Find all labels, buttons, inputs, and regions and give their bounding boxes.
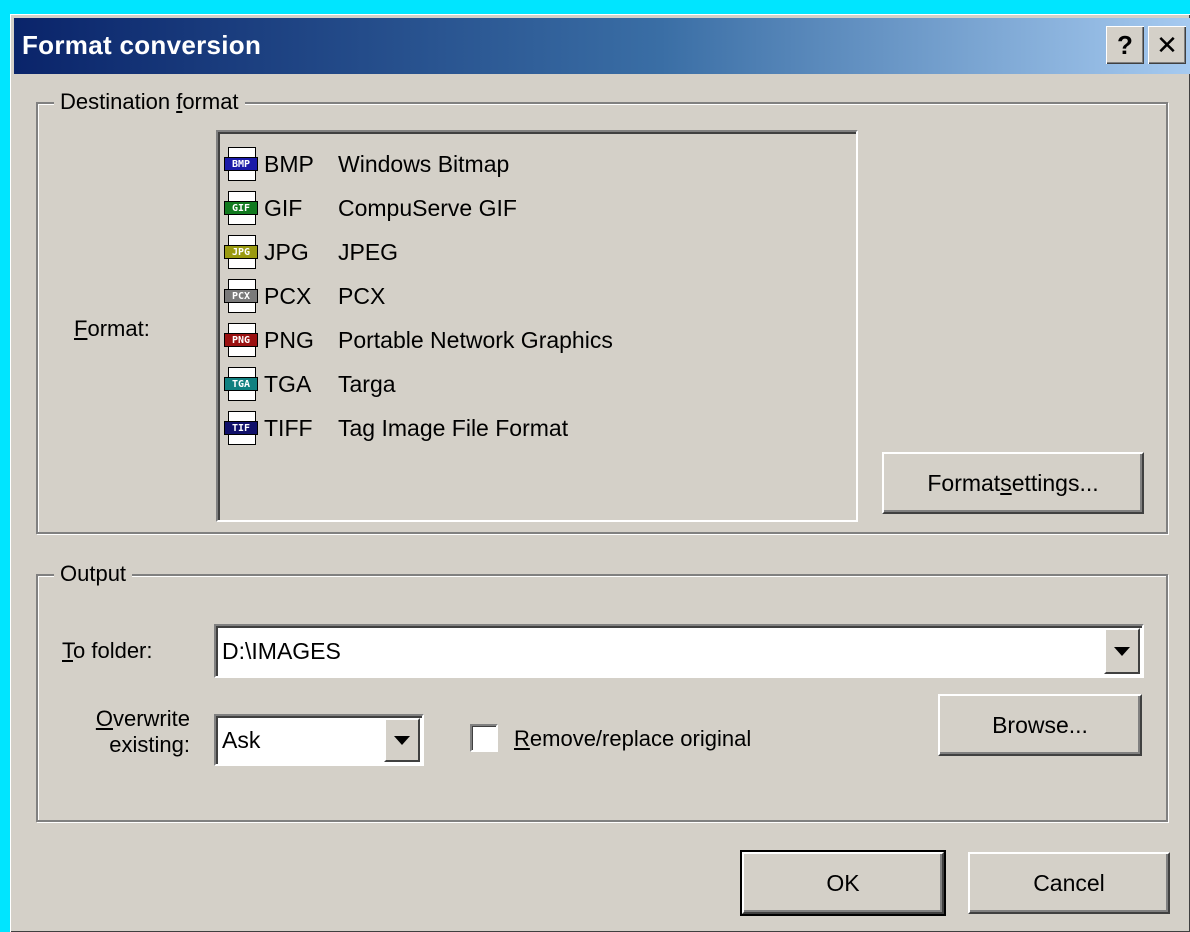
chevron-down-icon [394,735,410,745]
destination-format-legend: Destination format [54,88,245,116]
overwrite-dropdown-button[interactable] [384,718,420,762]
chevron-down-icon [1114,646,1130,656]
format-desc: Windows Bitmap [338,150,510,177]
format-item-tiff[interactable]: TIF TIFF Tag Image File Format [224,406,568,450]
to-folder-combobox[interactable]: D:\IMAGES [214,624,1144,678]
format-listbox[interactable]: BMP BMP Windows Bitmap GIF GIF CompuServ… [216,130,858,522]
title-bar[interactable]: Format conversion ? ✕ [14,18,1190,74]
to-folder-value: D:\IMAGES [222,638,341,664]
format-label: Format: [74,316,150,341]
format-ext: GIF [264,194,303,221]
remove-replace-original-checkbox[interactable] [470,724,498,752]
gif-file-icon: GIF [224,191,260,225]
overwrite-existing-select[interactable]: Ask [214,714,424,766]
browse-button[interactable]: Browse... [938,694,1142,756]
format-desc: PCX [338,282,386,309]
format-ext: PCX [264,282,312,309]
bmp-file-icon: BMP [224,147,260,181]
overwrite-existing-value: Ask [222,727,261,753]
format-conversion-dialog: Format conversion ? ✕ Destination format… [10,14,1190,932]
format-desc: Portable Network Graphics [338,326,613,353]
format-ext: TIFF [264,414,313,441]
format-ext: PNG [264,326,314,353]
output-legend: Output [54,560,133,588]
tiff-file-icon: TIF [224,411,260,445]
to-folder-label: To folder: [62,638,153,663]
format-settings-button[interactable]: Format s ettings... [882,452,1144,514]
format-desc: CompuServe GIF [338,194,517,221]
destination-format-group: Destination format Format: BMP BMP Windo… [36,88,1168,534]
ok-button[interactable]: OK [740,850,946,916]
overwrite-existing-label: Overwrite existing: [95,706,190,757]
to-folder-dropdown-button[interactable] [1104,628,1140,674]
format-item-png[interactable]: PNG PNG Portable Network Graphics [224,318,613,362]
format-ext: TGA [264,370,312,397]
png-file-icon: PNG [224,323,260,357]
help-button[interactable]: ? [1106,26,1144,64]
format-item-tga[interactable]: TGA TGA Targa [224,362,396,406]
remove-replace-original-label[interactable]: Remove/replace original [514,726,751,752]
output-group: Output To folder: D:\IMAGES Overwrite ex… [36,560,1168,822]
format-item-gif[interactable]: GIF GIF CompuServe GIF [224,186,517,230]
format-desc: Targa [338,370,396,397]
format-item-bmp[interactable]: BMP BMP Windows Bitmap [224,142,509,186]
tga-file-icon: TGA [224,367,260,401]
pcx-file-icon: PCX [224,279,260,313]
format-ext: BMP [264,150,314,177]
format-desc: Tag Image File Format [338,414,569,441]
format-item-jpg[interactable]: JPG JPG JPEG [224,230,398,274]
jpg-file-icon: JPG [224,235,260,269]
format-desc: JPEG [338,238,399,265]
format-ext: JPG [264,238,309,265]
cancel-button[interactable]: Cancel [968,852,1170,914]
format-item-pcx[interactable]: PCX PCX PCX [224,274,385,318]
close-button[interactable]: ✕ [1148,26,1186,64]
dialog-title: Format conversion [22,30,262,60]
